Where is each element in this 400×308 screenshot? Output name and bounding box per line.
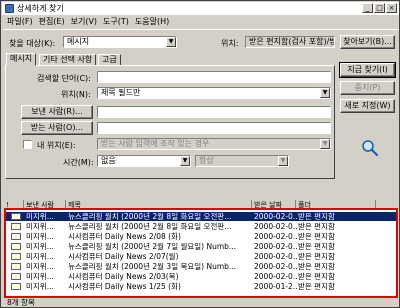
- list-item[interactable]: 미지위... 시사컴퓨터 Daily News 2/08 (화) 2000-02…: [6, 232, 396, 241]
- new-search-button[interactable]: 새로 지정(W): [340, 99, 395, 113]
- row-subject: 시사컴퓨터 Daily News 1/25 (화): [68, 282, 181, 291]
- where-value: 받는 사람 입력에 조작 있는 경우: [101, 139, 210, 148]
- in-label: 위치(N):: [61, 90, 91, 99]
- row-date: 2000-02-0...: [254, 222, 298, 231]
- chevron-down-icon: ▼: [278, 156, 288, 166]
- where-label: 내 위치(E):: [37, 141, 76, 150]
- status-bar: 8개 항목: [7, 298, 35, 307]
- row-date: 2000-02-0...: [254, 252, 298, 261]
- time-option-value: 항상: [199, 156, 214, 165]
- where-select[interactable]: 받는 사람 입력에 조작 있는 경우 ▼: [97, 138, 331, 150]
- row-date: 2000-01-2...: [254, 282, 298, 291]
- list-item[interactable]: 미지위... 시사컴퓨터 Daily News 1/25 (화) 2000-01…: [6, 282, 396, 291]
- time-select[interactable]: 없음 ▼: [97, 155, 191, 167]
- row-folder: 받은 편지함: [298, 232, 335, 241]
- row-from: 미지위...: [26, 242, 54, 251]
- find-now-button[interactable]: 지금 찾기(I): [339, 62, 396, 78]
- row-from: 미지위...: [26, 282, 54, 291]
- search-target-value: 메시지: [67, 37, 90, 46]
- row-folder: 받은 편지함: [298, 252, 335, 261]
- maximize-button[interactable]: □: [374, 3, 385, 13]
- window-title: 상세하게 찾기: [17, 4, 64, 13]
- menu-file[interactable]: 파일(F): [7, 16, 33, 28]
- row-subject: 시사컴퓨터 Daily News 2/08 (화): [68, 232, 181, 241]
- row-date: 2000-02-0...: [254, 242, 298, 251]
- stop-button[interactable]: 중지(P): [340, 81, 395, 95]
- where-checkbox[interactable]: [23, 140, 32, 149]
- search-target-label: 찾을 대상(K):: [9, 39, 56, 48]
- envelope-icon: [11, 263, 21, 270]
- menu-bar: 파일(F) 편집(E) 보기(V) 도구(T) 도움말(H): [3, 16, 169, 28]
- row-folder: 받은 편지함: [298, 212, 335, 221]
- envelope-icon: [11, 223, 21, 230]
- row-date: 2000-02-0...: [254, 212, 298, 221]
- row-subject: 뉴스클리핑 월치 (2000년 2월 8일 화요일 오전판...: [68, 212, 232, 221]
- envelope-icon: [11, 253, 21, 260]
- chevron-down-icon: ▼: [320, 88, 330, 98]
- row-from: 미지위...: [26, 272, 54, 281]
- list-item[interactable]: 미지위... 뉴스클리핑 월치 (2000년 2월 8일 화요일 오전판... …: [6, 222, 396, 231]
- in-value: 제목 필드만: [101, 88, 141, 97]
- keyword-input[interactable]: [97, 71, 331, 83]
- row-from: 미지위...: [26, 212, 54, 221]
- row-folder: 받은 편지함: [298, 282, 335, 291]
- envelope-icon: [11, 213, 21, 220]
- row-subject: 시사컴퓨터 Daily News 2/03(목): [68, 272, 179, 281]
- magnifier-icon: [362, 140, 379, 157]
- search-window: 상세하게 찾기 _ □ × 파일(F) 편집(E) 보기(V) 도구(T) 도움…: [0, 0, 400, 308]
- row-date: 2000-02-0...: [254, 272, 298, 281]
- menu-help[interactable]: 도움말(H): [135, 16, 169, 28]
- list-item[interactable]: 미지위... 뉴스클리핑 월치 (2000년 2월 7일 월요일) Numb..…: [6, 242, 396, 251]
- time-value: 없음: [101, 156, 116, 165]
- search-target-select[interactable]: 메시지 ▼: [63, 36, 177, 48]
- row-folder: 받은 편지함: [298, 242, 335, 251]
- row-subject: 뉴스클리핑 월치 (2000년 2월 7일 월요일) Numb...: [68, 242, 237, 251]
- time-label: 시간(M):: [63, 158, 94, 167]
- close-button[interactable]: ×: [386, 3, 397, 13]
- row-date: 2000-02-0...: [254, 262, 298, 271]
- row-folder: 받은 편지함: [298, 262, 335, 271]
- envelope-icon: [11, 243, 21, 250]
- menu-view[interactable]: 보기(V): [71, 16, 97, 28]
- row-subject: 뉴스클리핑 월치 (2000년 2월 3일 목요일) Numb...: [68, 262, 237, 271]
- from-input[interactable]: [97, 106, 331, 118]
- minimize-button[interactable]: _: [362, 3, 373, 13]
- row-folder: 받은 편지함: [298, 222, 335, 231]
- chevron-down-icon: ▼: [180, 156, 190, 166]
- row-folder: 받은 편지함: [298, 272, 335, 281]
- keyword-label: 검색할 단어(C):: [37, 74, 91, 83]
- list-item[interactable]: 미지위... 시사컴퓨터 Daily News 2/07(월) 2000-02-…: [6, 252, 396, 261]
- chevron-down-icon: ▼: [166, 37, 176, 47]
- row-subject: 시사컴퓨터 Daily News 2/07(월): [68, 252, 179, 261]
- chevron-down-icon: ▼: [320, 139, 330, 149]
- title-bar: 상세하게 찾기 _ □ ×: [2, 2, 399, 15]
- list-item[interactable]: 미지위... 뉴스클리핑 월치 (2000년 2월 8일 화요일 오전판... …: [6, 212, 396, 221]
- app-icon: [5, 4, 14, 13]
- tab-messages[interactable]: 메시지: [6, 53, 37, 66]
- from-button[interactable]: 보낸 사람(R)...: [21, 105, 93, 119]
- menu-tools[interactable]: 도구(T): [103, 16, 129, 28]
- envelope-icon: [11, 283, 21, 290]
- location-field: 받은 편지함(검사 포함)/받은 편지...: [245, 36, 335, 48]
- in-select[interactable]: 제목 필드만 ▼: [97, 87, 331, 99]
- menu-edit[interactable]: 편집(E): [39, 16, 65, 28]
- results-list[interactable]: 미지위... 뉴스클리핑 월치 (2000년 2월 8일 화요일 오전판... …: [4, 208, 398, 298]
- menu-divider: [3, 29, 399, 30]
- row-from: 미지위...: [26, 232, 54, 241]
- row-from: 미지위...: [26, 252, 54, 261]
- to-input[interactable]: [97, 122, 331, 134]
- row-from: 미지위...: [26, 222, 54, 231]
- row-from: 미지위...: [26, 262, 54, 271]
- envelope-icon: [11, 273, 21, 280]
- browse-button[interactable]: 찾아보기(B)...: [340, 35, 395, 49]
- to-button[interactable]: 받는 사람(O)...: [21, 121, 93, 135]
- location-label: 위치:: [221, 39, 239, 48]
- row-subject: 뉴스클리핑 월치 (2000년 2월 8일 화요일 오전판...: [68, 222, 232, 231]
- envelope-icon: [11, 233, 21, 240]
- time-option-select[interactable]: 항상 ▼: [195, 155, 289, 167]
- list-item[interactable]: 미지위... 뉴스클리핑 월치 (2000년 2월 3일 목요일) Numb..…: [6, 262, 396, 271]
- list-item[interactable]: 미지위... 시사컴퓨터 Daily News 2/03(목) 2000-02-…: [6, 272, 396, 281]
- row-date: 2000-02-0...: [254, 232, 298, 241]
